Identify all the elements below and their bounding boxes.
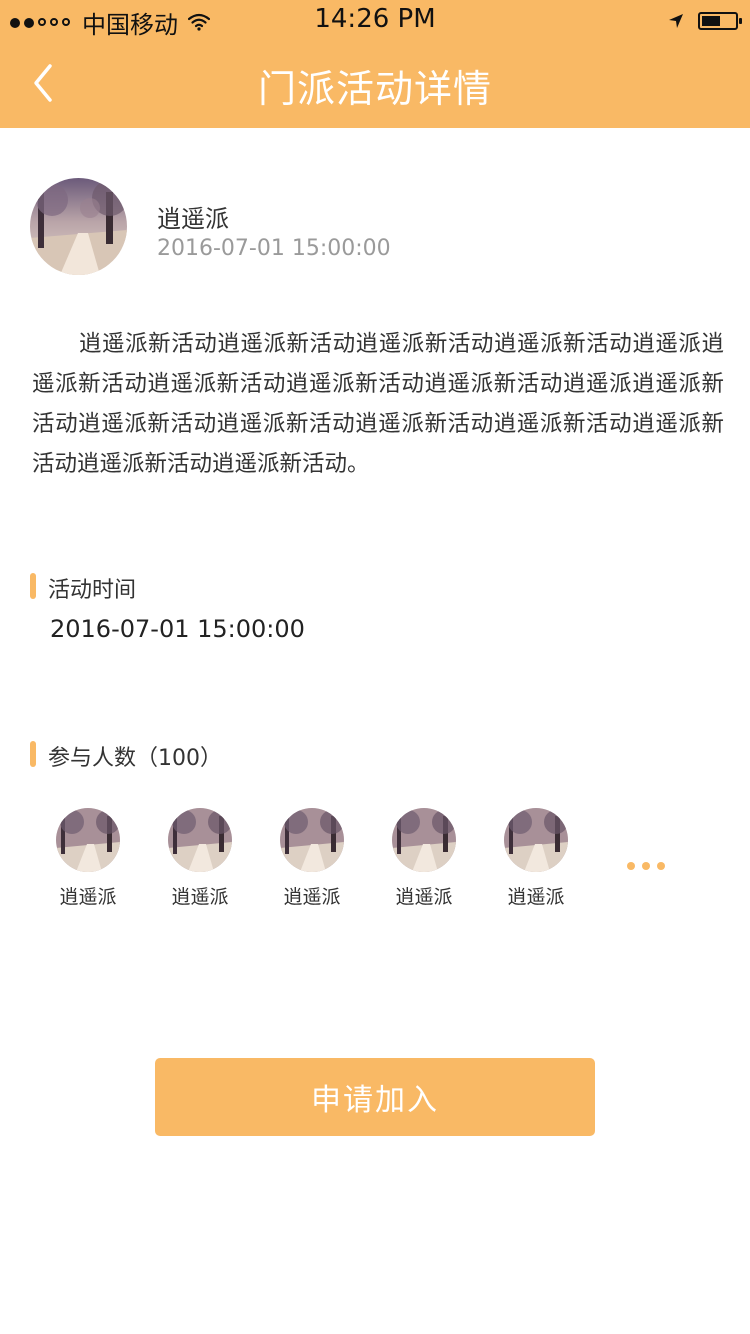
participant-name: 逍遥派 (59, 886, 117, 908)
participant-name: 逍遥派 (171, 886, 229, 908)
participant-avatar (168, 808, 232, 872)
activity-time-value: 2016-07-01 15:00:00 (50, 615, 305, 643)
participant-item[interactable]: 逍遥派 (38, 808, 138, 909)
more-dots-icon[interactable] (627, 862, 665, 870)
participant-name: 逍遥派 (283, 886, 341, 908)
status-right (668, 6, 742, 36)
author-avatar[interactable] (30, 178, 127, 275)
status-bar: 中国移动 14:26 PM (0, 0, 750, 40)
author-name: 逍遥派 (157, 205, 229, 233)
participant-item[interactable]: 逍遥派 (486, 808, 586, 909)
participant-avatar (504, 808, 568, 872)
participant-avatar (56, 808, 120, 872)
participant-name: 逍遥派 (395, 886, 453, 908)
page-title: 门派活动详情 (257, 67, 492, 111)
apply-join-button[interactable]: 申请加入 (155, 1058, 595, 1136)
participants-list: 逍遥派 逍遥派 逍遥派 逍遥派 逍遥派 (0, 808, 750, 918)
activity-time-label: 活动时间 (48, 578, 137, 603)
section-accent-bar (30, 741, 36, 767)
participant-item[interactable]: 逍遥派 (374, 808, 474, 909)
participants-label: 参与人数（100） (48, 746, 222, 771)
participant-avatar (280, 808, 344, 872)
author-post-time: 2016-07-01 15:00:00 (157, 236, 391, 261)
nav-header: 中国移动 14:26 PM 门派活动详情 (0, 0, 750, 128)
activity-description: 逍遥派新活动逍遥派新活动逍遥派新活动逍遥派新活动逍遥派逍遥派新活动逍遥派新活动逍… (32, 331, 724, 477)
status-time: 14:26 PM (314, 4, 436, 34)
location-arrow-icon (668, 6, 684, 36)
participant-name: 逍遥派 (507, 886, 565, 908)
participant-avatar (392, 808, 456, 872)
participant-item[interactable]: 逍遥派 (262, 808, 362, 909)
participant-item[interactable]: 逍遥派 (150, 808, 250, 909)
battery-icon (698, 12, 742, 30)
section-accent-bar (30, 573, 36, 599)
